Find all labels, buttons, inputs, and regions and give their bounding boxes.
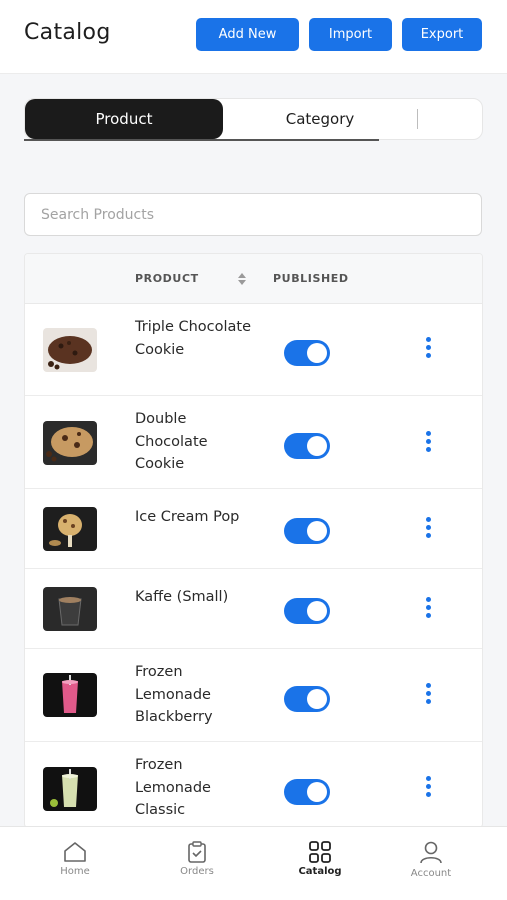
column-header-published: PUBLISHED bbox=[273, 272, 349, 285]
published-toggle[interactable] bbox=[284, 779, 330, 805]
blackberry-drink-image bbox=[43, 673, 97, 717]
nav-label-orders: Orders bbox=[180, 866, 214, 877]
table-row[interactable]: Double Chocolate Cookie bbox=[25, 396, 482, 489]
toggle-knob bbox=[307, 521, 327, 541]
nav-catalog[interactable]: Catalog bbox=[270, 841, 370, 887]
tab-bar: Product Category bbox=[24, 98, 483, 140]
import-button[interactable]: Import bbox=[309, 18, 392, 51]
published-toggle[interactable] bbox=[284, 686, 330, 712]
tab-product[interactable]: Product bbox=[25, 99, 223, 139]
table-row[interactable]: Triple Chocolate Cookie bbox=[25, 304, 482, 396]
coffee-cup-image bbox=[43, 587, 97, 631]
product-name: Double Chocolate Cookie bbox=[135, 411, 208, 472]
table-header: PRODUCT PUBLISHED bbox=[25, 254, 482, 304]
cookie-dark-image bbox=[43, 328, 97, 372]
toggle-knob bbox=[307, 601, 327, 621]
published-toggle[interactable] bbox=[284, 518, 330, 544]
nav-orders[interactable]: Orders bbox=[147, 841, 247, 887]
more-options-icon[interactable] bbox=[419, 336, 439, 360]
orders-icon bbox=[188, 841, 206, 863]
product-name: Frozen Lemonade Classic bbox=[135, 757, 211, 818]
tab-category[interactable]: Category bbox=[223, 99, 417, 139]
toggle-knob bbox=[307, 436, 327, 456]
page-title: Catalog bbox=[24, 20, 111, 45]
search-input[interactable] bbox=[24, 193, 482, 236]
toggle-knob bbox=[307, 343, 327, 363]
table-row[interactable]: Frozen Lemonade Classic bbox=[25, 742, 482, 827]
table-row[interactable]: Frozen Lemonade Blackberry bbox=[25, 649, 482, 742]
toggle-knob bbox=[307, 782, 327, 802]
sort-icon[interactable] bbox=[236, 270, 248, 288]
published-toggle[interactable] bbox=[284, 598, 330, 624]
more-options-icon[interactable] bbox=[419, 682, 439, 706]
product-name: Frozen Lemonade Blackberry bbox=[135, 664, 213, 725]
product-name: Ice Cream Pop bbox=[135, 509, 240, 525]
top-bar: Catalog Add New Import Export bbox=[0, 0, 507, 74]
product-name: Triple Chocolate Cookie bbox=[135, 319, 252, 358]
home-icon bbox=[64, 842, 86, 862]
published-toggle[interactable] bbox=[284, 340, 330, 366]
published-toggle[interactable] bbox=[284, 433, 330, 459]
bottom-nav: Home Orders Catalog Account bbox=[0, 826, 507, 900]
catalog-grid-icon bbox=[309, 841, 331, 863]
product-table: PRODUCT PUBLISHED Triple Chocolate Cooki… bbox=[24, 253, 483, 828]
product-name: Kaffe (Small) bbox=[135, 589, 229, 605]
tab-scroll-indicator bbox=[24, 139, 379, 141]
more-options-icon[interactable] bbox=[419, 516, 439, 540]
cookie-chip-image bbox=[43, 421, 97, 465]
nav-label-catalog: Catalog bbox=[298, 866, 342, 877]
account-icon bbox=[420, 841, 442, 864]
more-options-icon[interactable] bbox=[419, 430, 439, 454]
nav-home[interactable]: Home bbox=[25, 841, 125, 887]
nav-label-account: Account bbox=[410, 868, 452, 879]
more-options-icon[interactable] bbox=[419, 775, 439, 799]
export-button[interactable]: Export bbox=[402, 18, 482, 51]
nav-label-home: Home bbox=[60, 866, 90, 877]
nav-account[interactable]: Account bbox=[381, 841, 481, 887]
column-header-product: PRODUCT bbox=[135, 272, 199, 285]
more-options-icon[interactable] bbox=[419, 596, 439, 620]
table-row[interactable]: Ice Cream Pop bbox=[25, 489, 482, 569]
tab-divider bbox=[417, 109, 418, 129]
table-row[interactable]: Kaffe (Small) bbox=[25, 569, 482, 649]
classic-lemonade-image bbox=[43, 767, 97, 811]
ice-cream-pop-image bbox=[43, 507, 97, 551]
add-new-button[interactable]: Add New bbox=[196, 18, 299, 51]
toggle-knob bbox=[307, 689, 327, 709]
